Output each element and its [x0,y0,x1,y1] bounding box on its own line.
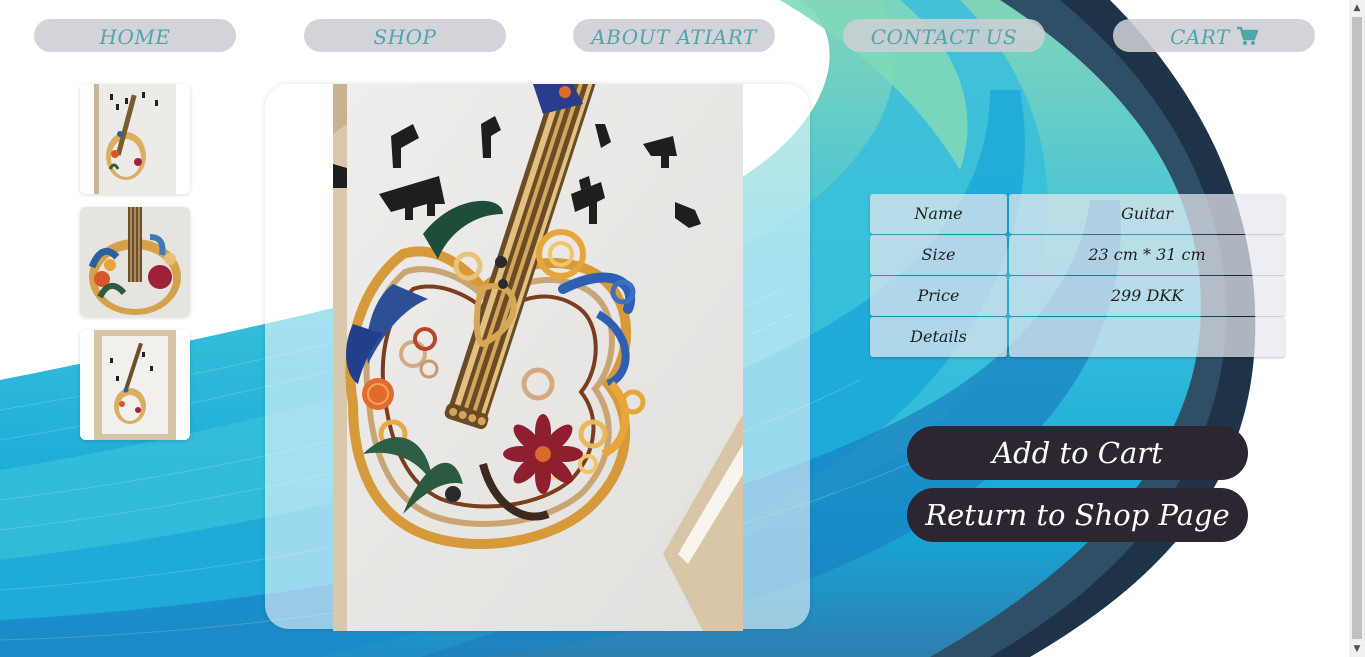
thumbnail-2[interactable] [80,207,190,317]
main-product-image [333,84,743,631]
vertical-scrollbar[interactable]: ▲ ▼ [1349,0,1365,657]
size-label: Size [870,235,1007,275]
details-row-name: Name Guitar [870,194,1285,235]
nav-shop[interactable]: SHOP [304,19,506,52]
price-value: 299 DKK [1009,276,1285,316]
thumbnail-3-image [80,330,190,440]
name-value: Guitar [1009,194,1285,234]
scroll-up-icon[interactable]: ▲ [1349,0,1365,16]
shopping-cart-icon [1236,21,1259,58]
top-navigation: HOME SHOP ABOUT ATIART CONTACT US CART [0,19,1349,52]
thumbnail-1[interactable] [80,84,190,194]
add-to-cart-button[interactable]: Add to Cart [907,426,1248,480]
scroll-down-icon[interactable]: ▼ [1349,641,1365,657]
thumbnail-2-image [80,207,190,317]
details-row-size: Size 23 cm * 31 cm [870,235,1285,276]
scrollbar-thumb[interactable] [1352,17,1362,639]
details-value [1009,317,1285,357]
size-value: 23 cm * 31 cm [1009,235,1285,275]
details-label: Details [870,317,1007,357]
nav-contact[interactable]: CONTACT US [843,19,1045,52]
thumbnail-3[interactable] [80,330,190,440]
product-details-table: Name Guitar Size 23 cm * 31 cm Price 299… [870,194,1285,358]
details-row-price: Price 299 DKK [870,276,1285,317]
nav-home[interactable]: HOME [34,19,236,52]
name-label: Name [870,194,1007,234]
nav-cart-label: CART [1170,25,1230,49]
nav-cart[interactable]: CART [1113,19,1315,52]
thumbnail-1-image [80,84,190,194]
return-to-shop-button[interactable]: Return to Shop Page [907,488,1248,542]
price-label: Price [870,276,1007,316]
nav-about[interactable]: ABOUT ATIART [573,19,775,52]
details-row-details: Details [870,317,1285,358]
